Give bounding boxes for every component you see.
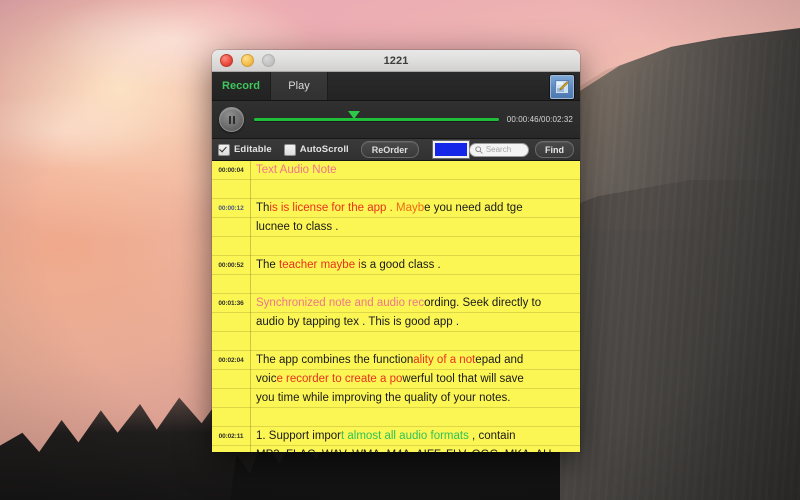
note-timestamp[interactable]: 00:02:11 bbox=[212, 427, 250, 446]
note-blank-line bbox=[256, 408, 580, 427]
edit-pencil-icon[interactable] bbox=[550, 75, 574, 99]
note-text-run: e recorder to create a po bbox=[276, 373, 403, 385]
note-blank-line bbox=[256, 180, 580, 199]
note-line: you time while improving the quality of … bbox=[256, 389, 580, 408]
note-text-run: e you need add tge bbox=[424, 202, 523, 214]
note-line: MP3, FLAC, WAV, WMA, M4A, AIFF, FLV, OGG… bbox=[256, 446, 580, 452]
note-line: audio by tapping tex . This is good app … bbox=[256, 313, 580, 332]
note-entry[interactable]: 00:02:04 The app combines the functionali… bbox=[212, 351, 580, 427]
pause-bar-right bbox=[232, 115, 235, 124]
note-text-run: The bbox=[256, 259, 280, 271]
note-entry[interactable]: 00:00:12 This is license for the app . Ma… bbox=[212, 199, 580, 256]
note-text[interactable]: Text Audio Note bbox=[250, 161, 580, 199]
pause-bar-left bbox=[228, 115, 231, 124]
reorder-label: ReOrder bbox=[371, 144, 408, 155]
note-text-run: audio by tapping tex . This is good app … bbox=[256, 316, 460, 328]
close-icon[interactable] bbox=[220, 54, 233, 67]
note-text-run: teacher maybe i bbox=[279, 259, 361, 271]
time-readout: 00:00:46/00:02:32 bbox=[506, 115, 573, 124]
app-window: 1221 Record Play 00:00:46/00:02:32 Edita… bbox=[212, 50, 580, 452]
note-text-run: Mayb bbox=[395, 202, 425, 214]
note-timestamp[interactable]: 00:02:04 bbox=[212, 351, 250, 370]
note-line: The app combines the functionality of a … bbox=[256, 351, 580, 370]
note-entry[interactable]: 00:02:11 1. Support import almost all aud… bbox=[212, 427, 580, 452]
note-entry[interactable]: 00:00:04 Text Audio Note bbox=[212, 161, 580, 199]
tab-play[interactable]: Play bbox=[271, 72, 328, 100]
note-text[interactable]: The teacher maybe is a good class . bbox=[250, 256, 580, 294]
autoscroll-checkbox[interactable]: AutoScroll bbox=[283, 143, 349, 156]
options-bar: Editable AutoScroll ReOrder Search Find bbox=[212, 139, 580, 161]
note-text-run: Text Audio Note bbox=[256, 164, 337, 176]
note-entry[interactable]: 00:01:36 Synchronized note and audio reco… bbox=[212, 294, 580, 351]
note-line: Synchronized note and audio recording. S… bbox=[256, 294, 580, 313]
note-text-run: werful tool that will save bbox=[402, 373, 524, 385]
note-text-run: Th bbox=[256, 202, 270, 214]
reorder-button[interactable]: ReOrder bbox=[360, 141, 419, 158]
tab-play-label: Play bbox=[288, 80, 310, 92]
note-text-run: t almost all audio formats bbox=[341, 430, 469, 442]
note-text-run: is is license for the app . bbox=[269, 202, 396, 214]
pause-icon[interactable] bbox=[219, 107, 244, 132]
window-titlebar[interactable]: 1221 bbox=[212, 50, 580, 72]
note-text-run: The app combines the function bbox=[256, 354, 414, 366]
traffic-light-group bbox=[220, 54, 275, 67]
text-color-swatch[interactable] bbox=[432, 141, 469, 158]
note-text-run: epad and bbox=[475, 354, 524, 366]
note-line: lucnee to class . bbox=[256, 218, 580, 237]
find-label: Find bbox=[545, 144, 564, 155]
checkbox-checked-icon[interactable] bbox=[218, 143, 230, 156]
scrubber-track[interactable] bbox=[254, 118, 499, 121]
note-line: voice recorder to create a powerful tool… bbox=[256, 370, 580, 389]
note-timestamp[interactable]: 00:00:04 bbox=[212, 161, 250, 180]
note-text-run: , contain bbox=[468, 430, 516, 442]
note-text-run: Synchronized note and audio rec bbox=[256, 297, 425, 309]
minimize-icon[interactable] bbox=[241, 54, 254, 67]
note-line: Text Audio Note bbox=[256, 161, 580, 180]
tab-record-label: Record bbox=[222, 80, 260, 92]
note-text[interactable]: Synchronized note and audio recording. S… bbox=[250, 294, 580, 351]
editable-checkbox[interactable]: Editable bbox=[218, 143, 272, 156]
note-timestamp[interactable]: 00:00:52 bbox=[212, 256, 250, 275]
search-input[interactable]: Search bbox=[468, 142, 529, 157]
editable-label: Editable bbox=[234, 144, 272, 155]
note-timestamp[interactable]: 00:01:36 bbox=[212, 294, 250, 313]
transport-bar: 00:00:46/00:02:32 bbox=[212, 101, 580, 139]
note-text[interactable]: The app combines the functionality of a … bbox=[250, 351, 580, 427]
note-timestamp[interactable]: 00:00:12 bbox=[212, 199, 250, 218]
note-text-run: you time while improving the quality of … bbox=[256, 392, 511, 404]
note-text-run: voic bbox=[256, 373, 277, 385]
tab-record[interactable]: Record bbox=[212, 72, 271, 100]
note-line: 1. Support import almost all audio forma… bbox=[256, 427, 580, 446]
tab-bar: Record Play bbox=[212, 72, 580, 101]
playhead-marker-icon[interactable] bbox=[348, 110, 361, 119]
note-text-run: ality of a not bbox=[413, 354, 476, 366]
note-blank-line bbox=[256, 275, 580, 294]
tab-bar-filler bbox=[328, 72, 580, 100]
note-entry[interactable]: 00:00:52 The teacher maybe is a good clas… bbox=[212, 256, 580, 294]
note-text-run: 1. Support impor bbox=[256, 430, 342, 442]
notes-area[interactable]: 00:00:04 Text Audio Note 00:00:12 This is l… bbox=[212, 161, 580, 452]
desktop: 1221 Record Play 00:00:46/00:02:32 Edita… bbox=[0, 0, 800, 500]
note-text-run: MP3, FLAC, WAV, WMA, M4A, AIFF, FLV, OGG… bbox=[256, 449, 555, 452]
playback-scrubber[interactable] bbox=[254, 110, 499, 130]
note-text-run: ording. Seek directly to bbox=[424, 297, 542, 309]
note-text-run: lucnee to class . bbox=[256, 221, 339, 233]
note-entry-list: 00:00:04 Text Audio Note 00:00:12 This is l… bbox=[212, 161, 580, 452]
checkbox-unchecked-icon[interactable] bbox=[283, 143, 296, 156]
search-icon bbox=[475, 145, 483, 154]
note-blank-line bbox=[256, 332, 580, 351]
note-line: This is license for the app . Maybe you … bbox=[256, 199, 580, 218]
search-placeholder-text: Search bbox=[485, 145, 512, 154]
note-line: The teacher maybe is a good class . bbox=[256, 256, 580, 275]
note-text-run: s a good class . bbox=[360, 259, 441, 271]
find-button[interactable]: Find bbox=[535, 141, 574, 158]
autoscroll-label: AutoScroll bbox=[299, 144, 349, 155]
note-text[interactable]: 1. Support import almost all audio forma… bbox=[250, 427, 580, 452]
zoom-icon[interactable] bbox=[262, 54, 275, 67]
note-text[interactable]: This is license for the app . Maybe you … bbox=[250, 199, 580, 256]
note-blank-line bbox=[256, 237, 580, 256]
